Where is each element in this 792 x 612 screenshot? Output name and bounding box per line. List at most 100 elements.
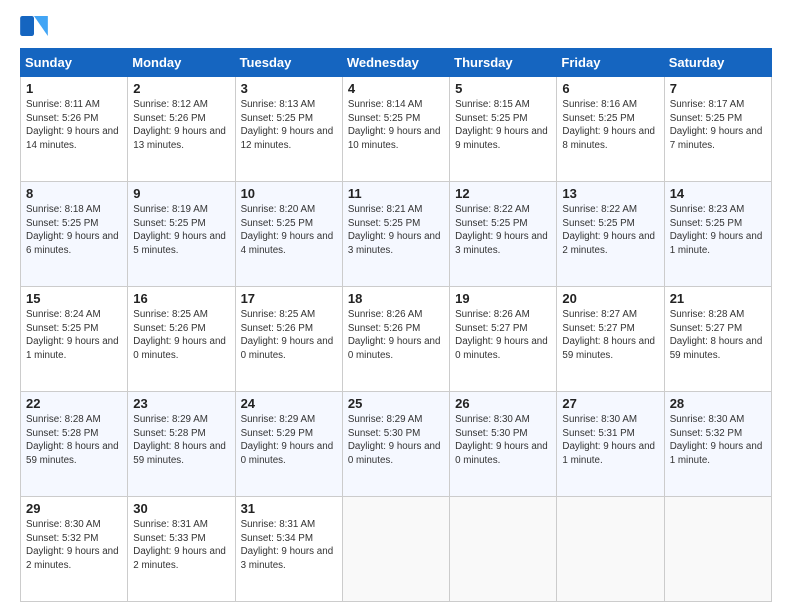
daylight-label: Daylight: 9 hours and 1 minute.: [670, 441, 763, 466]
empty-cell: [342, 497, 449, 602]
day-number: 9: [133, 186, 229, 201]
day-info: Sunrise: 8:28 AM Sunset: 5:27 PM Dayligh…: [670, 308, 766, 363]
sunrise-label: Sunrise: 8:31 AM: [241, 519, 316, 530]
daylight-label: Daylight: 9 hours and 14 minutes.: [26, 126, 119, 151]
day-number: 15: [26, 291, 122, 306]
calendar-day-28: 28 Sunrise: 8:30 AM Sunset: 5:32 PM Dayl…: [664, 392, 771, 497]
daylight-label: Daylight: 8 hours and 59 minutes.: [670, 336, 763, 361]
sunset-label: Sunset: 5:25 PM: [670, 113, 742, 124]
sunrise-label: Sunrise: 8:22 AM: [455, 204, 530, 215]
day-info: Sunrise: 8:29 AM Sunset: 5:29 PM Dayligh…: [241, 413, 337, 468]
sunrise-label: Sunrise: 8:20 AM: [241, 204, 316, 215]
calendar-day-7: 7 Sunrise: 8:17 AM Sunset: 5:25 PM Dayli…: [664, 77, 771, 182]
calendar-day-4: 4 Sunrise: 8:14 AM Sunset: 5:25 PM Dayli…: [342, 77, 449, 182]
day-number: 21: [670, 291, 766, 306]
sunrise-label: Sunrise: 8:22 AM: [562, 204, 637, 215]
daylight-label: Daylight: 9 hours and 3 minutes.: [348, 231, 441, 256]
day-number: 13: [562, 186, 658, 201]
sunset-label: Sunset: 5:25 PM: [348, 218, 420, 229]
calendar-day-31: 31 Sunrise: 8:31 AM Sunset: 5:34 PM Dayl…: [235, 497, 342, 602]
sunset-label: Sunset: 5:28 PM: [26, 428, 98, 439]
sunrise-label: Sunrise: 8:28 AM: [670, 309, 745, 320]
day-number: 19: [455, 291, 551, 306]
sunrise-label: Sunrise: 8:29 AM: [241, 414, 316, 425]
day-number: 22: [26, 396, 122, 411]
calendar-day-5: 5 Sunrise: 8:15 AM Sunset: 5:25 PM Dayli…: [450, 77, 557, 182]
calendar-day-13: 13 Sunrise: 8:22 AM Sunset: 5:25 PM Dayl…: [557, 182, 664, 287]
calendar-day-3: 3 Sunrise: 8:13 AM Sunset: 5:25 PM Dayli…: [235, 77, 342, 182]
calendar-day-11: 11 Sunrise: 8:21 AM Sunset: 5:25 PM Dayl…: [342, 182, 449, 287]
sunset-label: Sunset: 5:27 PM: [670, 323, 742, 334]
sunset-label: Sunset: 5:32 PM: [26, 533, 98, 544]
day-number: 10: [241, 186, 337, 201]
day-info: Sunrise: 8:27 AM Sunset: 5:27 PM Dayligh…: [562, 308, 658, 363]
day-info: Sunrise: 8:18 AM Sunset: 5:25 PM Dayligh…: [26, 203, 122, 258]
day-info: Sunrise: 8:30 AM Sunset: 5:30 PM Dayligh…: [455, 413, 551, 468]
daylight-label: Daylight: 9 hours and 0 minutes.: [241, 336, 334, 361]
day-number: 25: [348, 396, 444, 411]
sunrise-label: Sunrise: 8:18 AM: [26, 204, 101, 215]
daylight-label: Daylight: 9 hours and 1 minute.: [26, 336, 119, 361]
calendar-day-14: 14 Sunrise: 8:23 AM Sunset: 5:25 PM Dayl…: [664, 182, 771, 287]
sunset-label: Sunset: 5:25 PM: [455, 113, 527, 124]
sunset-label: Sunset: 5:25 PM: [455, 218, 527, 229]
day-number: 8: [26, 186, 122, 201]
sunrise-label: Sunrise: 8:31 AM: [133, 519, 208, 530]
day-number: 5: [455, 81, 551, 96]
weekday-header-wednesday: Wednesday: [342, 49, 449, 77]
daylight-label: Daylight: 9 hours and 5 minutes.: [133, 231, 226, 256]
weekday-header-thursday: Thursday: [450, 49, 557, 77]
day-number: 31: [241, 501, 337, 516]
day-number: 11: [348, 186, 444, 201]
weekday-header-friday: Friday: [557, 49, 664, 77]
empty-cell: [557, 497, 664, 602]
calendar-day-16: 16 Sunrise: 8:25 AM Sunset: 5:26 PM Dayl…: [128, 287, 235, 392]
day-number: 30: [133, 501, 229, 516]
daylight-label: Daylight: 9 hours and 6 minutes.: [26, 231, 119, 256]
daylight-label: Daylight: 9 hours and 10 minutes.: [348, 126, 441, 151]
sunset-label: Sunset: 5:25 PM: [26, 323, 98, 334]
sunset-label: Sunset: 5:25 PM: [562, 218, 634, 229]
sunset-label: Sunset: 5:30 PM: [348, 428, 420, 439]
sunset-label: Sunset: 5:26 PM: [241, 323, 313, 334]
calendar-day-22: 22 Sunrise: 8:28 AM Sunset: 5:28 PM Dayl…: [21, 392, 128, 497]
calendar-week-5: 29 Sunrise: 8:30 AM Sunset: 5:32 PM Dayl…: [21, 497, 772, 602]
calendar-day-30: 30 Sunrise: 8:31 AM Sunset: 5:33 PM Dayl…: [128, 497, 235, 602]
empty-cell: [450, 497, 557, 602]
sunset-label: Sunset: 5:34 PM: [241, 533, 313, 544]
daylight-label: Daylight: 9 hours and 13 minutes.: [133, 126, 226, 151]
calendar-day-21: 21 Sunrise: 8:28 AM Sunset: 5:27 PM Dayl…: [664, 287, 771, 392]
calendar-day-2: 2 Sunrise: 8:12 AM Sunset: 5:26 PM Dayli…: [128, 77, 235, 182]
sunrise-label: Sunrise: 8:29 AM: [133, 414, 208, 425]
daylight-label: Daylight: 8 hours and 59 minutes.: [562, 336, 655, 361]
day-info: Sunrise: 8:30 AM Sunset: 5:31 PM Dayligh…: [562, 413, 658, 468]
sunset-label: Sunset: 5:25 PM: [133, 218, 205, 229]
day-info: Sunrise: 8:28 AM Sunset: 5:28 PM Dayligh…: [26, 413, 122, 468]
calendar-body: 1 Sunrise: 8:11 AM Sunset: 5:26 PM Dayli…: [21, 77, 772, 602]
calendar-week-2: 8 Sunrise: 8:18 AM Sunset: 5:25 PM Dayli…: [21, 182, 772, 287]
sunrise-label: Sunrise: 8:24 AM: [26, 309, 101, 320]
day-info: Sunrise: 8:23 AM Sunset: 5:25 PM Dayligh…: [670, 203, 766, 258]
day-info: Sunrise: 8:22 AM Sunset: 5:25 PM Dayligh…: [562, 203, 658, 258]
day-info: Sunrise: 8:25 AM Sunset: 5:26 PM Dayligh…: [241, 308, 337, 363]
day-info: Sunrise: 8:30 AM Sunset: 5:32 PM Dayligh…: [26, 518, 122, 573]
calendar-day-10: 10 Sunrise: 8:20 AM Sunset: 5:25 PM Dayl…: [235, 182, 342, 287]
page: SundayMondayTuesdayWednesdayThursdayFrid…: [0, 0, 792, 612]
logo: [20, 16, 56, 38]
sunset-label: Sunset: 5:25 PM: [241, 113, 313, 124]
day-info: Sunrise: 8:26 AM Sunset: 5:26 PM Dayligh…: [348, 308, 444, 363]
daylight-label: Daylight: 9 hours and 12 minutes.: [241, 126, 334, 151]
calendar-day-17: 17 Sunrise: 8:25 AM Sunset: 5:26 PM Dayl…: [235, 287, 342, 392]
day-info: Sunrise: 8:25 AM Sunset: 5:26 PM Dayligh…: [133, 308, 229, 363]
day-info: Sunrise: 8:17 AM Sunset: 5:25 PM Dayligh…: [670, 98, 766, 153]
sunrise-label: Sunrise: 8:23 AM: [670, 204, 745, 215]
sunset-label: Sunset: 5:29 PM: [241, 428, 313, 439]
calendar-day-25: 25 Sunrise: 8:29 AM Sunset: 5:30 PM Dayl…: [342, 392, 449, 497]
calendar-day-18: 18 Sunrise: 8:26 AM Sunset: 5:26 PM Dayl…: [342, 287, 449, 392]
daylight-label: Daylight: 9 hours and 0 minutes.: [455, 336, 548, 361]
calendar-day-15: 15 Sunrise: 8:24 AM Sunset: 5:25 PM Dayl…: [21, 287, 128, 392]
sunrise-label: Sunrise: 8:19 AM: [133, 204, 208, 215]
calendar-day-9: 9 Sunrise: 8:19 AM Sunset: 5:25 PM Dayli…: [128, 182, 235, 287]
day-number: 20: [562, 291, 658, 306]
day-number: 12: [455, 186, 551, 201]
